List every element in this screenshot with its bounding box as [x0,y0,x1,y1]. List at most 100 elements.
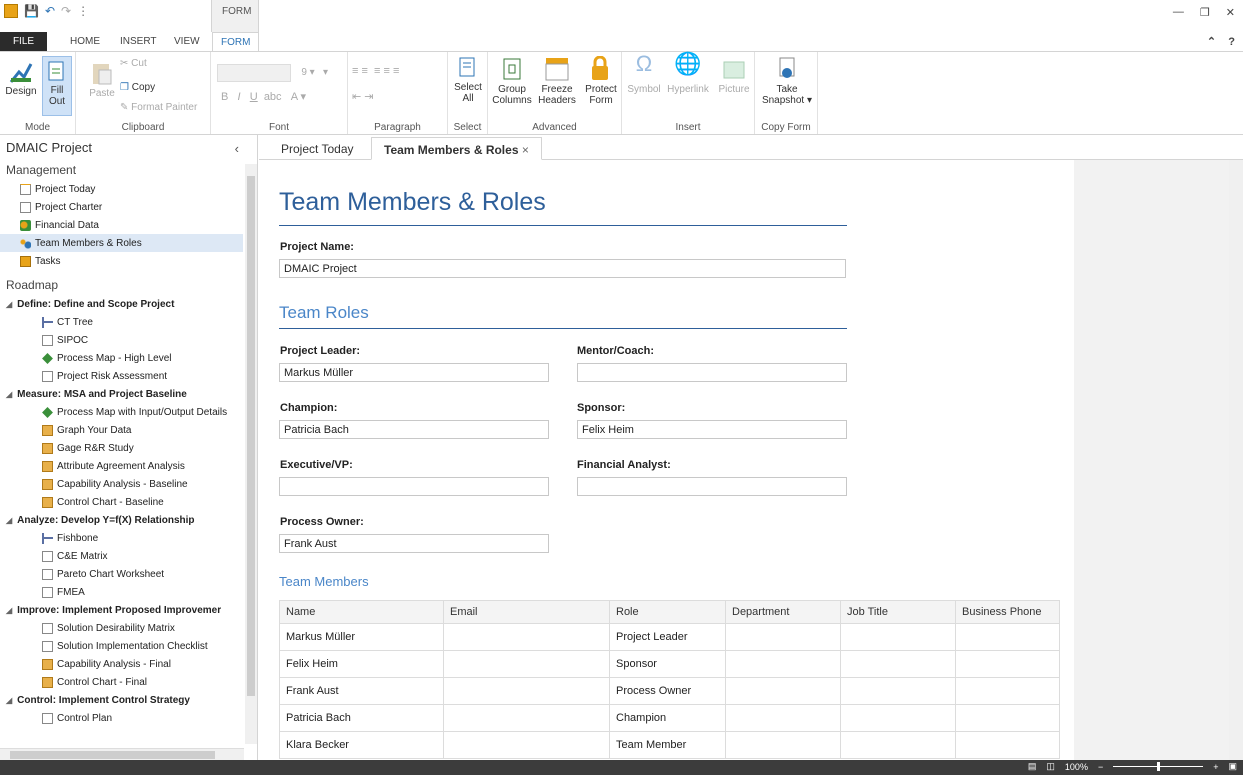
tab-file[interactable]: FILE [0,32,47,52]
collapse-ribbon-icon[interactable]: ⌃ [1207,36,1216,48]
sidebar-item-fishbone[interactable]: Fishbone [0,529,257,547]
copy-button[interactable]: ❐ Copy [120,82,155,93]
column-header[interactable]: Department [725,600,841,624]
save-icon[interactable]: 💾 [24,4,39,18]
zoom-slider[interactable] [1113,762,1204,771]
scrollbar-thumb[interactable] [10,751,215,759]
table-cell[interactable]: Klara Becker [279,731,444,759]
tab-form[interactable]: FORM [212,32,259,52]
font-dropdown-icon[interactable]: ▾ [323,67,328,78]
collapse-sidebar-icon[interactable]: ‹ [235,141,239,156]
phase-define[interactable]: ◢ Define: Define and Scope Project [0,295,257,313]
app-icon[interactable] [4,4,18,18]
table-cell[interactable]: Champion [609,704,726,732]
table-cell[interactable] [725,623,841,651]
cut-button[interactable]: ✂ Cut [120,58,147,69]
normal-view-icon[interactable]: ▤ [1028,761,1037,772]
sidebar-item-ce-matrix[interactable]: C&E Matrix [0,547,257,565]
table-cell[interactable] [955,731,1060,759]
sidebar-item-process-map-high[interactable]: Process Map - High Level [0,349,257,367]
sidebar-item-risk-assessment[interactable]: Project Risk Assessment [0,367,257,385]
close-tab-icon[interactable]: × [522,143,529,157]
column-header[interactable]: Name [279,600,444,624]
sidebar-item-team-members[interactable]: Team Members & Roles [0,234,243,252]
column-header[interactable]: Job Title [840,600,956,624]
sidebar-item-financial-data[interactable]: Financial Data [0,216,257,234]
fit-page-icon[interactable]: ▣ [1228,761,1237,772]
fill-out-button[interactable]: Fill Out [42,56,72,116]
sidebar-item-desirability[interactable]: Solution Desirability Matrix [0,619,257,637]
table-cell[interactable] [725,677,841,705]
sidebar-item-ct-tree[interactable]: CT Tree [0,313,257,331]
zoom-in-icon[interactable]: + [1213,762,1218,772]
table-cell[interactable] [840,650,956,678]
design-button[interactable]: Design [4,60,38,97]
table-cell[interactable] [840,623,956,651]
format-painter-button[interactable]: ✎ Format Painter [120,102,210,113]
column-header[interactable]: Email [443,600,610,624]
table-cell[interactable] [955,650,1060,678]
sidebar-item-sipoc[interactable]: SIPOC [0,331,257,349]
champion-field[interactable]: Patricia Bach [279,420,549,439]
sidebar-item-capability-final[interactable]: Capability Analysis - Final [0,655,257,673]
table-cell[interactable] [840,677,956,705]
tab-team-members-roles[interactable]: Team Members & Roles × [371,137,542,160]
select-all-button[interactable]: Select All [452,56,484,104]
sidebar-item-fmea[interactable]: FMEA [0,583,257,601]
close-icon[interactable]: ✕ [1226,6,1235,19]
phase-measure[interactable]: ◢ Measure: MSA and Project Baseline [0,385,257,403]
sidebar-item-capability-baseline[interactable]: Capability Analysis - Baseline [0,475,257,493]
table-cell[interactable]: Process Owner [609,677,726,705]
scrollbar-thumb[interactable] [247,176,255,696]
sidebar-item-project-today[interactable]: Project Today [0,180,257,198]
table-cell[interactable] [443,650,610,678]
font-size-select[interactable]: 9 ▾ [295,67,321,78]
font-family-select[interactable] [217,64,291,82]
canvas-vertical-scrollbar[interactable] [1229,160,1243,760]
customize-qat-icon[interactable]: ⋮ [77,4,89,18]
table-cell[interactable] [955,677,1060,705]
page-view-icon[interactable]: ◫ [1046,761,1055,772]
table-cell[interactable] [840,704,956,732]
tab-insert[interactable]: INSERT [112,32,165,52]
column-header[interactable]: Role [609,600,726,624]
financial-analyst-field[interactable] [577,477,847,496]
restore-icon[interactable]: ❐ [1200,6,1210,19]
protect-form-button[interactable]: Protect Form [582,56,620,106]
sidebar-item-control-chart-baseline[interactable]: Control Chart - Baseline [0,493,257,511]
phase-analyze[interactable]: ◢ Analyze: Develop Y=f(X) Relationship [0,511,257,529]
table-cell[interactable]: Felix Heim [279,650,444,678]
table-cell[interactable] [443,704,610,732]
picture-button[interactable]: Picture [716,58,752,95]
process-owner-field[interactable]: Frank Aust [279,534,549,553]
tab-project-today[interactable]: Project Today [269,137,366,160]
phase-improve[interactable]: ◢ Improve: Implement Proposed Improvemer [0,601,257,619]
sidebar-item-process-map-io[interactable]: Process Map with Input/Output Details [0,403,257,421]
phase-control[interactable]: ◢ Control: Implement Control Strategy [0,691,257,709]
zoom-out-icon[interactable]: − [1098,762,1103,772]
table-cell[interactable]: Frank Aust [279,677,444,705]
minimize-icon[interactable]: — [1173,6,1184,19]
symbol-button[interactable]: Ω Symbol [626,53,662,96]
tab-home[interactable]: HOME [62,32,108,52]
sidebar-item-gage-rr[interactable]: Gage R&R Study [0,439,257,457]
redo-icon[interactable]: ↷ [61,4,71,18]
take-snapshot-button[interactable]: Take Snapshot ▾ [759,56,815,106]
table-cell[interactable] [443,731,610,759]
table-cell[interactable] [955,704,1060,732]
table-cell[interactable] [443,623,610,651]
sidebar-horizontal-scrollbar[interactable] [0,748,244,760]
table-cell[interactable]: Markus Müller [279,623,444,651]
font-format-buttons[interactable]: B I U abc A ▾ [221,92,341,103]
project-leader-field[interactable]: Markus Müller [279,363,549,382]
hyperlink-button[interactable]: 🌐 Hyperlink [664,53,712,96]
mentor-field[interactable] [577,363,847,382]
sidebar-item-control-chart-final[interactable]: Control Chart - Final [0,673,257,691]
sidebar-item-graph-data[interactable]: Graph Your Data [0,421,257,439]
table-cell[interactable] [955,623,1060,651]
help-icon[interactable]: ? [1228,36,1235,48]
undo-icon[interactable]: ↶ [45,4,55,18]
project-name-field[interactable]: DMAIC Project [279,259,846,278]
table-cell[interactable] [840,731,956,759]
indent-buttons[interactable]: ⇤ ⇥ [352,92,374,103]
